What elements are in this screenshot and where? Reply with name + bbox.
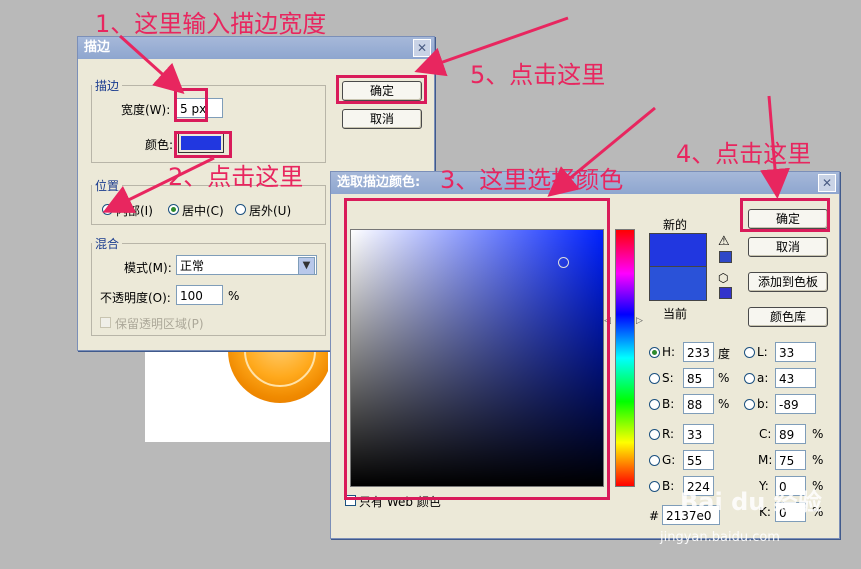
highlight-color-field (344, 198, 610, 500)
r-label: R: (662, 427, 675, 441)
radio-blue[interactable] (649, 481, 660, 492)
lab-b-input[interactable]: -89 (775, 394, 816, 414)
lab-b-label: b: (757, 397, 769, 411)
width-label: 宽度(W): (121, 103, 171, 117)
position-group-label: 位置 (95, 179, 120, 193)
blue-label: B: (662, 479, 675, 493)
annotation-step2: 2、点击这里 (168, 163, 304, 191)
hue-slider-handle-right[interactable]: ▷ (636, 316, 643, 326)
color-label: 颜色: (145, 138, 174, 152)
opacity-unit: % (228, 289, 240, 303)
chevron-down-icon[interactable]: ▼ (298, 257, 315, 275)
add-to-swatches-button[interactable]: 添加到色板 (748, 272, 828, 292)
preserve-transparency-checkbox[interactable] (100, 317, 111, 328)
opacity-input[interactable]: 100 (176, 285, 223, 305)
current-color-label: 当前 (663, 307, 688, 321)
radio-r[interactable] (649, 429, 660, 440)
gamut-color-chip[interactable] (719, 251, 732, 263)
h-unit: 度 (718, 347, 731, 361)
stroke-dialog-title: 描边 (84, 40, 111, 55)
radio-inside-label: 内部(I) (116, 204, 153, 218)
close-icon[interactable]: ✕ (413, 39, 431, 57)
radio-g[interactable] (649, 455, 660, 466)
stroke-dialog-titlebar[interactable]: 描边 ✕ (78, 37, 434, 59)
mode-label: 模式(M): (124, 261, 172, 275)
radio-center[interactable] (168, 204, 179, 215)
m-label: M: (758, 453, 773, 467)
s-input[interactable]: 85 (683, 368, 714, 388)
picker-title: 选取描边颜色: (337, 175, 421, 190)
c-unit: % (812, 427, 824, 441)
r-input[interactable]: 33 (683, 424, 714, 444)
radio-outside[interactable] (235, 204, 246, 215)
annotation-step1: 1、这里输入描边宽度 (95, 10, 327, 38)
radio-h[interactable] (649, 347, 660, 358)
a-input[interactable]: 43 (775, 368, 816, 388)
l-input[interactable]: 33 (775, 342, 816, 362)
warning-icon[interactable]: ⚠ (718, 234, 730, 249)
close-icon[interactable]: ✕ (818, 174, 836, 192)
h-label: H: (662, 345, 676, 359)
current-color-swatch[interactable] (649, 266, 707, 301)
watermark-brand: Bai du 经验 (680, 488, 822, 516)
blend-group-label: 混合 (95, 237, 120, 251)
opacity-label: 不透明度(O): (100, 291, 171, 305)
highlight-stroke-ok (336, 75, 427, 104)
highlight-picker-ok (740, 198, 830, 232)
color-libraries-button[interactable]: 颜色库 (748, 307, 828, 327)
annotation-step3: 3、这里选择颜色 (440, 166, 624, 194)
mode-select[interactable]: 正常 ▼ (176, 255, 317, 275)
preserve-transparency-label: 保留透明区域(P) (115, 317, 204, 331)
radio-l[interactable] (744, 347, 755, 358)
s-unit: % (718, 371, 730, 385)
web-color-chip[interactable] (719, 287, 732, 299)
s-label: S: (662, 371, 674, 385)
annotation-step4: 4、点击这里 (676, 140, 812, 168)
stroke-cancel-button[interactable]: 取消 (342, 109, 422, 129)
b-input[interactable]: 88 (683, 394, 714, 414)
radio-a[interactable] (744, 373, 755, 384)
annotation-step5: 5、点击这里 (470, 61, 606, 89)
g-label: G: (662, 453, 676, 467)
radio-b[interactable] (649, 399, 660, 410)
hue-slider[interactable] (615, 229, 635, 487)
radio-inside[interactable] (102, 204, 113, 215)
highlight-color (174, 131, 232, 158)
highlight-width (174, 88, 208, 122)
radio-center-label: 居中(C) (182, 204, 224, 218)
c-label: C: (759, 427, 772, 441)
new-color-swatch (649, 233, 707, 267)
h-input[interactable]: 233 (683, 342, 714, 362)
a-label: a: (757, 371, 769, 385)
radio-lab-b[interactable] (744, 399, 755, 410)
g-input[interactable]: 55 (683, 450, 714, 470)
c-input[interactable]: 89 (775, 424, 806, 444)
cube-icon[interactable]: ⬡ (718, 271, 728, 285)
radio-s[interactable] (649, 373, 660, 384)
mode-value: 正常 (180, 259, 205, 273)
new-color-label: 新的 (663, 218, 688, 232)
radio-outside-label: 居外(U) (249, 204, 292, 218)
watermark-site: jingyan.baidu.com (660, 530, 780, 545)
l-label: L: (757, 345, 768, 359)
stroke-group-label: 描边 (95, 79, 120, 93)
b-unit: % (718, 397, 730, 411)
picker-cancel-button[interactable]: 取消 (748, 237, 828, 257)
m-unit: % (812, 453, 824, 467)
m-input[interactable]: 75 (775, 450, 806, 470)
hex-label: # (649, 509, 660, 523)
b-label: B: (662, 397, 675, 411)
orange-image (228, 345, 328, 425)
